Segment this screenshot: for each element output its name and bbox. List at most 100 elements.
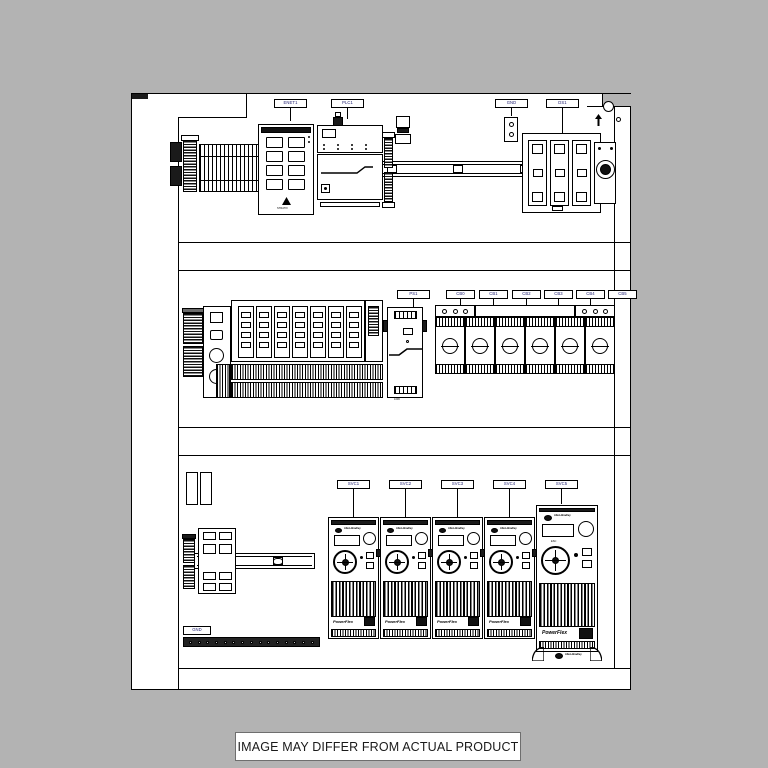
tag-svc2[interactable]: SVC2 bbox=[389, 480, 422, 489]
tag-gnd-top[interactable]: GND bbox=[495, 99, 528, 108]
svc5-keypad-wheel[interactable] bbox=[541, 546, 570, 575]
svc5-keypad-hub[interactable] bbox=[552, 557, 559, 564]
svc4-potentiometer[interactable] bbox=[519, 532, 532, 545]
device-cb0[interactable] bbox=[435, 317, 465, 374]
enet-port[interactable] bbox=[288, 137, 305, 148]
svc2-family-text: PowerFlex bbox=[385, 619, 406, 624]
io-module-terminal bbox=[259, 342, 269, 348]
svc3-heatsink bbox=[435, 581, 480, 617]
svc3-button[interactable] bbox=[470, 552, 478, 559]
tag-cb5[interactable]: CB5 bbox=[608, 290, 637, 299]
svc1-potentiometer[interactable] bbox=[363, 532, 376, 545]
device-gnd-busbar[interactable] bbox=[183, 637, 320, 647]
svc1-keypad-hub[interactable] bbox=[341, 558, 349, 566]
busbar-lug bbox=[463, 308, 469, 314]
cb-toggle-handle[interactable] bbox=[471, 337, 489, 354]
enet-port[interactable] bbox=[288, 151, 305, 162]
enet-port[interactable] bbox=[266, 179, 283, 190]
svc1-family-text: PowerFlex bbox=[333, 619, 354, 624]
tag-enet1[interactable]: ENET1 bbox=[274, 99, 307, 108]
tag-svc4[interactable]: SVC4 bbox=[493, 480, 526, 489]
cb-toggle-handle[interactable] bbox=[561, 337, 579, 354]
io-adapter-port[interactable] bbox=[210, 330, 223, 340]
plc1-comm-module[interactable] bbox=[396, 116, 410, 128]
svc4-button[interactable] bbox=[522, 552, 530, 559]
svc1-button[interactable] bbox=[366, 562, 374, 569]
enet-led bbox=[308, 141, 310, 143]
gnd-lug bbox=[206, 640, 210, 644]
enet-port[interactable] bbox=[288, 165, 305, 176]
cb-toggle-handle[interactable] bbox=[441, 337, 459, 354]
svc3-brand-text: Allen-Bradley bbox=[448, 527, 465, 530]
svc5-potentiometer[interactable] bbox=[578, 521, 594, 537]
plc1-status-led bbox=[351, 144, 353, 146]
enet-port[interactable] bbox=[266, 165, 283, 176]
device-cb1[interactable] bbox=[465, 317, 495, 374]
tag-ds1[interactable]: DS1 bbox=[546, 99, 579, 108]
cb-toggle-handle[interactable] bbox=[531, 337, 549, 354]
svc4-keypad-wheel[interactable] bbox=[489, 550, 513, 574]
cb-toggle-handle[interactable] bbox=[591, 337, 609, 354]
device-cb5[interactable] bbox=[585, 317, 615, 374]
ps1-adjust-pot[interactable] bbox=[403, 328, 413, 335]
svc1-button[interactable] bbox=[366, 552, 374, 559]
tag-gnd-bottom[interactable]: GND bbox=[183, 626, 211, 635]
svc2-button[interactable] bbox=[418, 552, 426, 559]
main-breaker-terminal bbox=[203, 572, 216, 580]
tag-ps1[interactable]: PS1 bbox=[397, 290, 430, 299]
device-lr1[interactable] bbox=[186, 472, 198, 505]
drawing-sheet: ENET1 PLC1 GND DS1 STRATIX PS1 CB0 CB1 C… bbox=[131, 93, 637, 690]
svc5-button[interactable] bbox=[582, 560, 592, 568]
svc4-button[interactable] bbox=[522, 562, 530, 569]
panel-divider-5 bbox=[178, 668, 630, 669]
svc3-button[interactable] bbox=[470, 562, 478, 569]
svc2-potentiometer[interactable] bbox=[415, 532, 428, 545]
svc2-keypad-hub[interactable] bbox=[393, 558, 401, 566]
main-breaker-terminal bbox=[203, 583, 216, 591]
svc5-button[interactable] bbox=[582, 548, 592, 556]
svc2-keypad-wheel[interactable] bbox=[385, 550, 409, 574]
cb-toggle-handle[interactable] bbox=[501, 337, 519, 354]
tag-svc1[interactable]: SVC1 bbox=[337, 480, 370, 489]
tag-cb1[interactable]: CB1 bbox=[479, 290, 508, 299]
ds1-pole-terminal-bottom bbox=[532, 192, 543, 202]
terminal-end-cap bbox=[181, 135, 199, 141]
ds1-pole-1 bbox=[528, 140, 547, 206]
tag-cb2[interactable]: CB2 bbox=[512, 290, 541, 299]
device-plc1-cpu[interactable] bbox=[317, 154, 383, 200]
device-cb4[interactable] bbox=[555, 317, 585, 374]
plc1-status-led bbox=[337, 148, 339, 150]
allen-bradley-logo-icon bbox=[387, 528, 394, 533]
tag-cb3[interactable]: CB3 bbox=[544, 290, 573, 299]
tag-plc1[interactable]: PLC1 bbox=[331, 99, 364, 108]
gnd-lug bbox=[293, 640, 297, 644]
svc4-keypad-hub[interactable] bbox=[497, 558, 505, 566]
gnd-lug bbox=[267, 640, 271, 644]
main-breaker-pole bbox=[219, 544, 232, 554]
tag-svc3[interactable]: SVC3 bbox=[441, 480, 474, 489]
svc3-keypad-hub[interactable] bbox=[445, 558, 453, 566]
enet-port[interactable] bbox=[266, 151, 283, 162]
main-breaker-terminal bbox=[219, 572, 232, 580]
svc2-button[interactable] bbox=[418, 562, 426, 569]
panel-divider-3 bbox=[178, 427, 630, 428]
notch-arc bbox=[603, 101, 614, 112]
io-module-terminal bbox=[241, 322, 251, 328]
device-gnd-top[interactable] bbox=[504, 117, 518, 142]
device-lr2[interactable] bbox=[200, 472, 212, 505]
device-cb3[interactable] bbox=[525, 317, 555, 374]
tag-cb0[interactable]: CB0 bbox=[446, 290, 475, 299]
svc4-power-terminals bbox=[487, 629, 532, 637]
svc2-power-terminals bbox=[383, 629, 428, 637]
ds1-pole-terminal-bottom bbox=[576, 192, 587, 202]
enet-port[interactable] bbox=[288, 179, 305, 190]
tag-cb4[interactable]: CB4 bbox=[576, 290, 605, 299]
svc3-potentiometer[interactable] bbox=[467, 532, 480, 545]
io-adapter-dial-1[interactable] bbox=[209, 348, 224, 363]
svc3-keypad-wheel[interactable] bbox=[437, 550, 461, 574]
io-module-terminal bbox=[295, 342, 305, 348]
svc1-keypad-wheel[interactable] bbox=[333, 550, 357, 574]
enet-port[interactable] bbox=[266, 137, 283, 148]
tag-svc5[interactable]: SVC5 bbox=[545, 480, 578, 489]
device-cb2[interactable] bbox=[495, 317, 525, 374]
